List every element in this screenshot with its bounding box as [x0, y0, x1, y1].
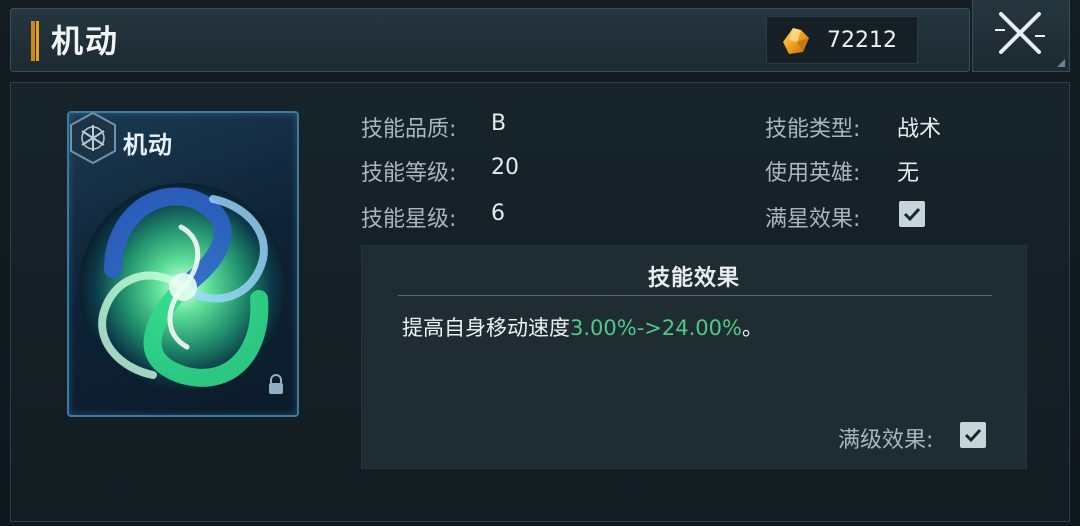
type-value: 战术 — [897, 117, 942, 142]
level-value: 20 — [491, 155, 519, 180]
hero-label: 使用英雄: — [765, 161, 861, 186]
level-label: 技能等级: — [361, 161, 457, 186]
type-label: 技能类型: — [765, 117, 861, 142]
effect-text-highlight: 3.00%->24.00% — [570, 316, 742, 340]
close-button[interactable] — [972, 0, 1070, 72]
vortex-art — [79, 183, 287, 391]
window-title: 机动 — [51, 22, 120, 60]
effect-divider — [398, 295, 992, 296]
quality-value: B — [491, 111, 507, 136]
hero-value: 无 — [897, 161, 920, 186]
effect-description: 提高自身移动速度3.00%->24.00%。 — [402, 312, 763, 342]
maxlevel-label: 满级效果: — [838, 428, 934, 453]
star-label: 技能星级: — [361, 207, 457, 232]
checkmark-icon — [964, 428, 982, 443]
skill-effect-box: 技能效果 提高自身移动速度3.00%->24.00%。 满级效果: — [361, 245, 1027, 469]
effect-text-suffix: 。 — [741, 316, 763, 340]
effect-text-prefix: 提高自身移动速度 — [402, 316, 570, 340]
skill-card: 机动 — [67, 111, 299, 417]
currency-value: 72212 — [827, 28, 897, 53]
lock-icon — [269, 374, 283, 394]
effect-title: 技能效果 — [647, 266, 740, 291]
checkmark-icon — [903, 207, 921, 222]
skill-detail-screen: 机动 72212 机动 技能品质: B 技能等级: 20 技能星级: 6 技能类… — [0, 0, 1080, 526]
gold-crystal-icon — [783, 28, 809, 54]
title-bar: 机动 72212 — [10, 8, 970, 72]
star-value: 6 — [491, 201, 505, 226]
maxlevel-checkbox[interactable] — [960, 422, 986, 448]
close-swords-icon — [995, 12, 1045, 54]
quality-label: 技能品质: — [361, 117, 457, 142]
fullstar-label: 满星效果: — [765, 207, 861, 232]
corner-decoration — [1057, 59, 1065, 67]
hexagon-snowflake-icon — [70, 111, 116, 165]
title-accent-bar — [31, 21, 39, 61]
currency-display[interactable]: 72212 — [766, 16, 918, 64]
card-skill-name: 机动 — [123, 131, 173, 159]
fullstar-checkbox[interactable] — [899, 201, 925, 227]
skill-info-panel: 机动 技能品质: B 技能等级: 20 技能星级: 6 技能类型: 战术 使用英… — [10, 82, 1070, 522]
